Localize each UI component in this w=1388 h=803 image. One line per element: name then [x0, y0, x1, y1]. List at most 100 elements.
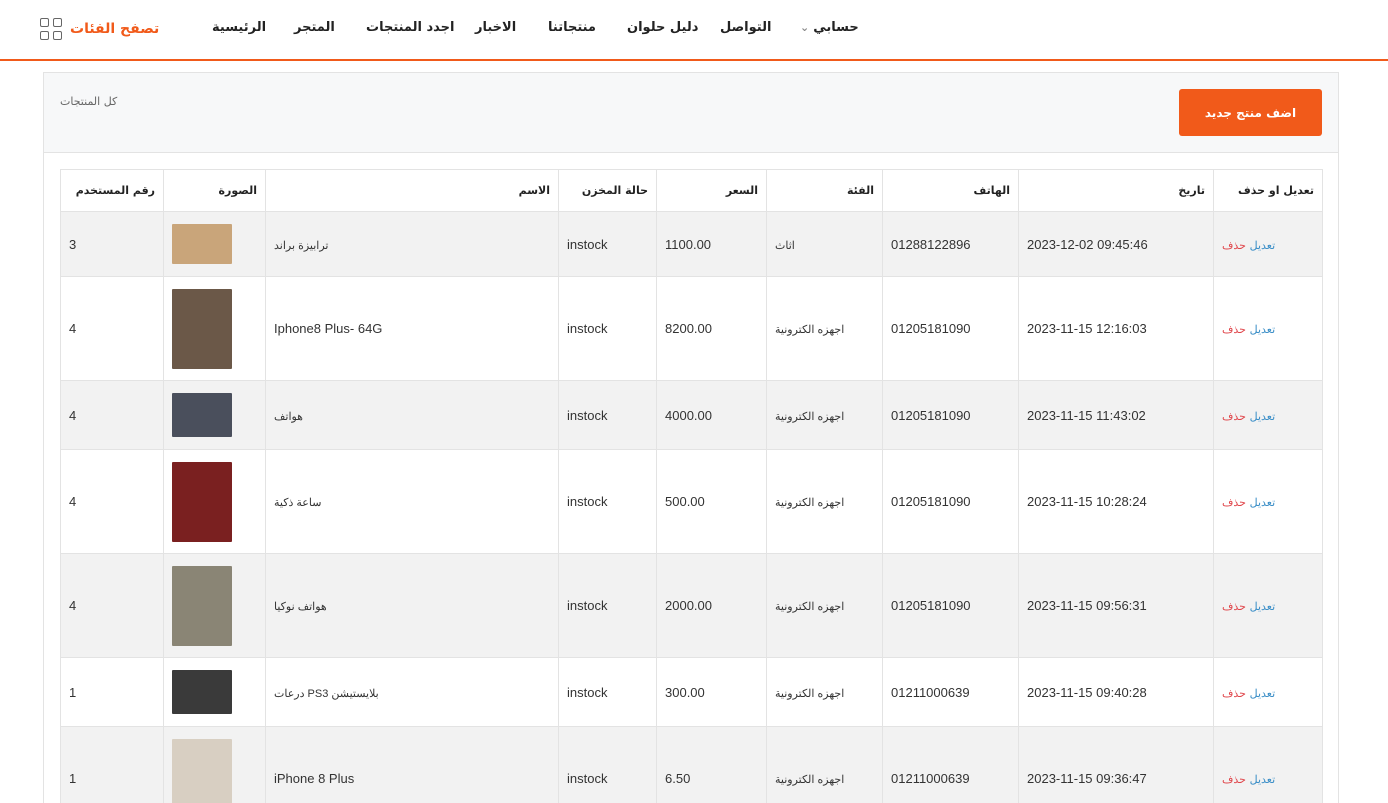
cell-actions: تعديل حذف: [1213, 657, 1323, 727]
price-value: 8200.00: [665, 321, 712, 336]
stock-status: instock: [567, 684, 608, 700]
col-image: الصورة: [163, 169, 266, 212]
cell-category: اجهزه الكترونية: [766, 276, 883, 381]
cell-stock: instock: [558, 380, 657, 450]
cell-image: [163, 726, 266, 803]
cell-price: 6.50: [656, 726, 767, 803]
delete-link[interactable]: حذف: [1222, 324, 1246, 336]
product-name: ساعة ذكية: [274, 497, 322, 509]
cell-price: 2000.00: [656, 553, 767, 658]
cell-user-id: 4: [60, 449, 164, 554]
cell-category: اجهزه الكترونية: [766, 553, 883, 658]
grid-icon: [40, 18, 62, 40]
table-row: 4 هواتف نوكيا instock 2000.00 اجهزه الكتروني…: [60, 553, 1323, 658]
col-name: الاسم: [265, 169, 559, 212]
stock-status: instock: [567, 771, 608, 786]
nav-store[interactable]: المتجر: [294, 20, 335, 35]
cell-name: هواتف نوكيا: [265, 553, 559, 658]
cell-user-id: 4: [60, 553, 164, 658]
user-id-value: 3: [69, 236, 77, 252]
cell-stock: instock: [558, 657, 657, 727]
col-user-id-label: رقم المستخدم: [75, 184, 155, 197]
col-phone: الهاتف: [882, 169, 1019, 212]
edit-link[interactable]: تعديل: [1250, 240, 1276, 252]
delete-link[interactable]: حذف: [1222, 497, 1246, 509]
category-value: اجهزه الكترونية: [775, 410, 845, 423]
date-value: 2023-11-15 09:40:28: [1027, 684, 1147, 700]
product-thumbnail[interactable]: [172, 288, 232, 369]
cell-price: 1100.00: [656, 211, 767, 277]
col-stock-label: حالة المخزن: [581, 184, 648, 197]
nav-home[interactable]: الرئيسية: [212, 20, 266, 35]
add-new-product-button[interactable]: اضف منتج جديد: [1179, 89, 1322, 136]
delete-link[interactable]: حذف: [1222, 601, 1246, 613]
cell-price: 300.00: [656, 657, 767, 727]
nav-news[interactable]: الاخبار: [475, 20, 516, 35]
edit-link[interactable]: تعديل: [1250, 601, 1276, 613]
cell-name: Iphone8 Plus- 64G: [265, 276, 559, 381]
stock-status: instock: [567, 236, 608, 252]
product-thumbnail[interactable]: [172, 461, 232, 542]
category-value: اجهزه الكترونية: [775, 601, 845, 613]
breadcrumb: كل المنتجات: [60, 95, 118, 108]
cell-phone: 01211000639: [882, 726, 1019, 803]
edit-link[interactable]: تعديل: [1250, 774, 1276, 786]
date-value: 2023-11-15 09:36:47: [1027, 771, 1147, 786]
cell-stock: instock: [558, 449, 657, 554]
phone-value: 01211000639: [891, 684, 970, 700]
cell-name: ترابيزة براند: [265, 211, 559, 277]
nav-our-products[interactable]: منتجاتنا: [548, 20, 596, 35]
cell-stock: instock: [558, 726, 657, 803]
product-name: هواتف نوكيا: [274, 601, 327, 613]
cell-category: اجهزه الكترونية: [766, 726, 883, 803]
user-id-value: 1: [69, 771, 77, 786]
delete-link[interactable]: حذف: [1222, 411, 1246, 423]
product-thumbnail[interactable]: [172, 565, 232, 646]
product-name: iPhone 8 Plus: [274, 771, 355, 786]
table-row: 3 ترابيزة براند instock 1100.00 اثاث 01288122…: [60, 211, 1323, 277]
date-value: 2023-12-02 09:45:46: [1027, 236, 1148, 252]
cell-image: [163, 449, 266, 554]
product-thumbnail[interactable]: [172, 738, 232, 803]
table-row: 4 هواتف instock 4000.00 اجهزه الكترونية 01205…: [60, 380, 1323, 450]
nav-find-products[interactable]: اجدد المنتجات: [366, 20, 455, 35]
cell-phone: 01288122896: [882, 211, 1019, 277]
cell-category: اجهزه الكترونية: [766, 449, 883, 554]
cell-image: [163, 380, 266, 450]
delete-link[interactable]: حذف: [1222, 688, 1246, 700]
product-thumbnail[interactable]: [172, 670, 232, 714]
col-price: السعر: [656, 169, 767, 212]
price-value: 4000.00: [665, 407, 712, 423]
product-name: Iphone8 Plus- 64G: [274, 321, 383, 336]
cell-image: [163, 211, 266, 277]
edit-link[interactable]: تعديل: [1250, 324, 1276, 336]
my-account-label: حسابي: [813, 20, 859, 35]
price-value: 6.50: [665, 771, 691, 786]
user-id-value: 4: [69, 494, 77, 509]
cell-stock: instock: [558, 276, 657, 381]
col-stock: حالة المخزن: [558, 169, 657, 212]
delete-link[interactable]: حذف: [1222, 774, 1246, 786]
price-value: 300.00: [665, 684, 705, 700]
category-value: اجهزه الكترونية: [775, 324, 845, 336]
edit-link[interactable]: تعديل: [1250, 497, 1276, 509]
product-name: ترابيزة براند: [274, 239, 329, 252]
cell-phone: 01205181090: [882, 380, 1019, 450]
category-value: اجهزه الكترونية: [775, 687, 845, 700]
cell-actions: تعديل حذف: [1213, 553, 1323, 658]
cell-user-id: 4: [60, 380, 164, 450]
browse-categories-button[interactable]: تصفح الفئات: [40, 18, 159, 40]
product-thumbnail[interactable]: [172, 224, 232, 264]
col-date: تاريخ: [1018, 169, 1214, 212]
nav-contact[interactable]: التواصل: [720, 20, 771, 35]
product-thumbnail[interactable]: [172, 393, 232, 437]
cell-image: [163, 553, 266, 658]
edit-link[interactable]: تعديل: [1250, 688, 1276, 700]
cell-phone: 01205181090: [882, 276, 1019, 381]
nav-my-account[interactable]: حسابي⌄: [800, 20, 859, 35]
nav-helwan-guide[interactable]: دليل حلوان: [627, 20, 698, 35]
delete-link[interactable]: حذف: [1222, 240, 1246, 252]
cell-actions: تعديل حذف: [1213, 276, 1323, 381]
category-value: اجهزه الكترونية: [775, 497, 845, 509]
edit-link[interactable]: تعديل: [1250, 411, 1276, 423]
